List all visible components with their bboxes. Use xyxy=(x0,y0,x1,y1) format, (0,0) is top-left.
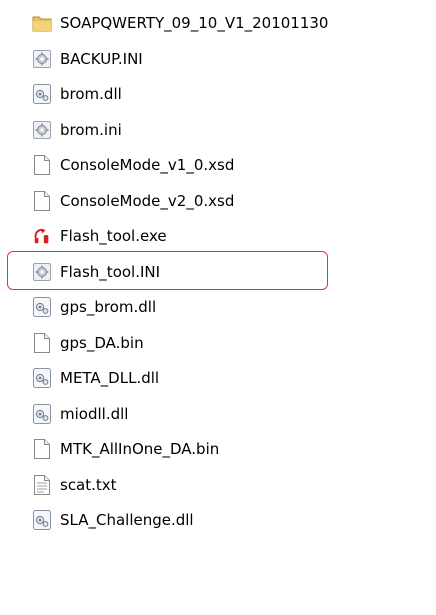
file-item[interactable]: brom.ini xyxy=(32,117,122,143)
folder-icon xyxy=(32,12,52,34)
blank-file-icon xyxy=(32,438,52,460)
blank-file-icon xyxy=(32,190,52,212)
file-item[interactable]: MTK_AllInOne_DA.bin xyxy=(32,436,219,462)
file-name: gps_brom.dll xyxy=(60,298,157,316)
file-item[interactable]: gps_brom.dll xyxy=(32,294,156,320)
file-name: Flash_tool.exe xyxy=(60,227,167,245)
file-name: Flash_tool.INI xyxy=(60,262,161,281)
file-item[interactable]: Flash_tool.exe xyxy=(32,223,167,249)
settings-file-icon xyxy=(32,261,52,283)
flash-tool-app-icon xyxy=(32,225,52,247)
file-name: brom.ini xyxy=(60,120,122,139)
file-name: gps_DA.bin xyxy=(60,333,144,352)
file-list: SOAPQWERTY_09_10_V1_20101130 BACKUP.INI br… xyxy=(0,0,436,615)
dll-file-icon xyxy=(32,509,52,531)
file-item[interactable]: scat.txt xyxy=(32,472,117,498)
file-name: MTK_AllInOne_DA.bin xyxy=(60,440,220,458)
file-name: META_DLL.dll xyxy=(60,369,160,387)
file-name: brom.dll xyxy=(60,85,122,103)
text-file-icon xyxy=(32,474,52,496)
file-name: BACKUP.INI xyxy=(60,49,143,68)
settings-file-icon xyxy=(32,119,52,141)
file-item[interactable]: SLA_Challenge.dll xyxy=(32,507,194,533)
file-item[interactable]: gps_DA.bin xyxy=(32,330,144,356)
file-item[interactable]: ConsoleMode_v2_0.xsd xyxy=(32,188,234,214)
file-name: SOAPQWERTY_09_10_V1_20101130 xyxy=(60,14,329,32)
file-name: ConsoleMode_v2_0.xsd xyxy=(60,191,235,210)
file-item[interactable]: miodll.dll xyxy=(32,401,128,427)
blank-file-icon xyxy=(32,154,52,176)
file-item[interactable]: META_DLL.dll xyxy=(32,365,159,391)
file-name: ConsoleMode_v1_0.xsd xyxy=(60,156,235,174)
file-name: miodll.dll xyxy=(60,404,129,423)
file-item[interactable]: Flash_tool.INI xyxy=(32,259,160,285)
dll-file-icon xyxy=(32,367,52,389)
file-item[interactable]: brom.dll xyxy=(32,81,122,107)
file-item[interactable]: BACKUP.INI xyxy=(32,46,143,72)
file-name: SLA_Challenge.dll xyxy=(60,511,194,529)
file-item[interactable]: SOAPQWERTY_09_10_V1_20101130 xyxy=(32,10,328,36)
dll-file-icon xyxy=(32,296,52,318)
blank-file-icon xyxy=(32,332,52,354)
settings-file-icon xyxy=(32,48,52,70)
file-name: scat.txt xyxy=(60,475,117,494)
dll-file-icon xyxy=(32,83,52,105)
dll-file-icon xyxy=(32,403,52,425)
file-item[interactable]: ConsoleMode_v1_0.xsd xyxy=(32,152,234,178)
